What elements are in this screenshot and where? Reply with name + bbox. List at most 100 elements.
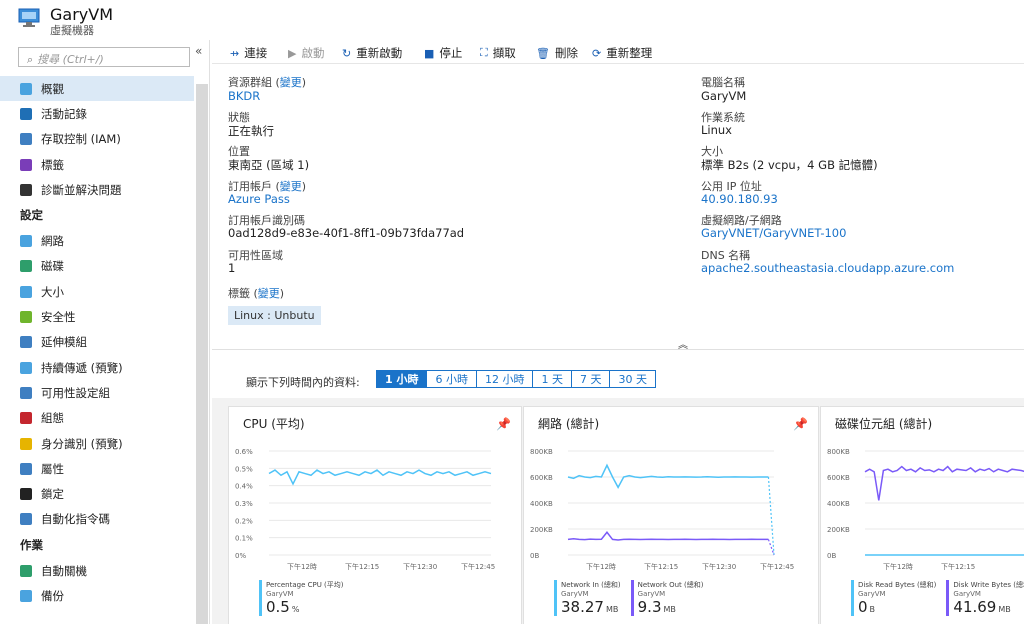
- sidebar-item[interactable]: 網路: [0, 228, 194, 253]
- legend-series-name: Disk Read Bytes (總和): [858, 581, 937, 589]
- legend-entry[interactable]: Disk Read Bytes (總和) GaryVM 0 B: [851, 580, 936, 616]
- sidebar-nav: 概觀 活動記錄 存取控制 (IAM) 標籤 診斷並解決問題 設定 網路 磁碟 大小 安全性 延伸模組…: [0, 76, 194, 609]
- time-range-option[interactable]: 6 小時: [427, 370, 477, 388]
- sidebar-item-label: 可用性設定組: [41, 385, 110, 400]
- tag-chip[interactable]: Linux : Unbutu: [228, 306, 321, 325]
- tags-label-text: 標籤: [228, 287, 250, 300]
- restart-button[interactable]: ↻ 重新啟動: [342, 45, 402, 61]
- sidebar-item-label: 網路: [41, 234, 64, 249]
- stop-label: 停止: [439, 46, 463, 60]
- sidebar-item[interactable]: 標籤: [0, 152, 194, 177]
- delete-button[interactable]: 🗑 刪除: [536, 45, 578, 61]
- y-tick-label: 600KB: [827, 474, 850, 482]
- sidebar-item[interactable]: 安全性: [0, 304, 194, 329]
- restart-icon: ↻: [342, 46, 352, 60]
- legend-entry[interactable]: Network In (總和) GaryVM 38.27 MB: [554, 580, 621, 616]
- resource-group-value[interactable]: BKDR: [228, 89, 260, 103]
- sidebar-item-icon: [20, 462, 32, 475]
- stop-button[interactable]: ■ 停止: [424, 45, 462, 61]
- sidebar-item-icon: [20, 107, 32, 120]
- vnet-value[interactable]: GaryVNET/GaryVNET-100: [701, 226, 846, 240]
- time-range-option[interactable]: 12 小時: [476, 370, 534, 388]
- series-line: [268, 469, 492, 486]
- availability-zone-label: 可用性區域: [228, 249, 283, 262]
- legend-value: 9.3: [637, 598, 662, 616]
- legend-series-name: Network Out (總和): [637, 581, 704, 589]
- time-range-option[interactable]: 1 小時: [376, 370, 428, 388]
- x-tick-label: 下午12:45: [461, 562, 495, 571]
- dns-value[interactable]: apache2.southeastasia.cloudapp.azure.com: [701, 261, 954, 275]
- capture-button[interactable]: ⛶ 擷取: [480, 45, 516, 61]
- x-tick-label: 下午12:30: [702, 562, 736, 571]
- refresh-button[interactable]: ⟳ 重新整理: [592, 45, 652, 61]
- sidebar-item[interactable]: 診斷並解決問題: [0, 177, 194, 202]
- sidebar-item-icon: [20, 133, 32, 146]
- sidebar-item[interactable]: 磁碟: [0, 254, 194, 279]
- sidebar-item-icon: [20, 285, 32, 298]
- refresh-icon: ⟳: [592, 46, 602, 60]
- sidebar-item-icon: [20, 183, 32, 196]
- sidebar-scrollbar[interactable]: [196, 84, 208, 624]
- resource-group-label-text: 資源群組: [228, 76, 272, 89]
- chart-legend: Network In (總和) GaryVM 38.27 MB Network Out …: [554, 580, 713, 616]
- search-input[interactable]: ⌕ 搜尋 (Ctrl+/): [18, 47, 190, 67]
- x-tick-label: 下午12:15: [941, 562, 975, 571]
- sidebar-item[interactable]: 概觀: [0, 76, 194, 102]
- sidebar-item[interactable]: 自動化指令碼: [0, 507, 194, 532]
- legend-entry[interactable]: Network Out (總和) GaryVM 9.3 MB: [630, 580, 704, 616]
- network-chart-tile[interactable]: 網路 (總計) 📌 800KB 600KB 400KB 200KB 0B 下午12時 下午1…: [523, 406, 819, 624]
- y-tick-label: 200KB: [530, 526, 553, 534]
- sidebar-item-label: 身分識別 (預覽): [41, 436, 123, 451]
- sidebar-item[interactable]: 鎖定: [0, 481, 194, 506]
- y-tick-label: 400KB: [827, 500, 850, 508]
- y-tick-label: 0.6%: [235, 448, 253, 456]
- y-tick-label: 0.5%: [235, 465, 253, 473]
- legend-unit: MB: [998, 605, 1011, 614]
- sidebar-item[interactable]: 活動記錄: [0, 101, 194, 126]
- pin-icon[interactable]: 📌: [496, 417, 511, 431]
- sidebar-item-icon: [20, 589, 32, 602]
- location-value: 東南亞 (區域 1): [228, 158, 310, 172]
- sidebar-item[interactable]: 存取控制 (IAM): [0, 127, 194, 152]
- change-resource-group-link[interactable]: 變更: [280, 76, 302, 89]
- time-range-option[interactable]: 30 天: [610, 370, 656, 388]
- x-tick-label: 下午12時: [883, 562, 913, 571]
- public-ip-value[interactable]: 40.90.180.93: [701, 192, 778, 206]
- start-button[interactable]: ▶ 啟動: [288, 45, 324, 61]
- line-chart: 800KB 600KB 400KB 200KB 0B 下午12時 下午12:15: [827, 448, 1024, 571]
- pin-icon[interactable]: 📌: [793, 417, 808, 431]
- sidebar-item-icon: [20, 412, 32, 425]
- sidebar-item[interactable]: 組態: [0, 406, 194, 431]
- chart-title: 網路 (總計): [538, 417, 600, 431]
- legend-unit: MB: [605, 605, 619, 614]
- legend-value: 0: [858, 598, 868, 616]
- sidebar-item[interactable]: 身分識別 (預覽): [0, 431, 194, 456]
- cpu-chart-tile[interactable]: CPU (平均) 📌 0.6% 0.5% 0.4% 0.3% 0.2% 0.1% 0% 下午1…: [228, 406, 522, 624]
- tags-label: 標籤 (變更): [228, 287, 285, 300]
- time-range-label: 顯示下列時間內的資料:: [246, 376, 360, 389]
- legend-unit: B: [869, 605, 876, 614]
- sidebar-item-label: 延伸模組: [41, 335, 87, 350]
- subscription-value[interactable]: Azure Pass: [228, 192, 290, 206]
- time-range-option[interactable]: 1 天: [533, 370, 572, 388]
- legend-entry[interactable]: Percentage CPU (平均) GaryVM 0.5%: [259, 580, 344, 616]
- time-range-option[interactable]: 7 天: [571, 370, 611, 388]
- sidebar-item[interactable]: 備份: [0, 583, 194, 608]
- sidebar-item-label: 安全性: [41, 310, 76, 325]
- sidebar-item-icon: [20, 235, 32, 248]
- collapse-sidebar-button[interactable]: «: [195, 44, 202, 58]
- sidebar-item[interactable]: 自動關機: [0, 558, 194, 583]
- sidebar-item[interactable]: 屬性: [0, 456, 194, 481]
- sidebar-item[interactable]: 持續傳遞 (預覽): [0, 355, 194, 380]
- sidebar-item-icon: [20, 158, 32, 171]
- legend-entry[interactable]: Disk Write Bytes (總和)GaryVM41.69MB: [946, 580, 1024, 616]
- sidebar-item[interactable]: 延伸模組: [0, 330, 194, 355]
- y-tick-label: 0B: [827, 552, 836, 560]
- sidebar-item[interactable]: 大小: [0, 279, 194, 304]
- change-tags-link[interactable]: 變更: [258, 287, 280, 300]
- sidebar-item-icon: [20, 386, 32, 399]
- sidebar: ⌕ 搜尋 (Ctrl+/) « 概觀 活動記錄 存取控制 (IAM) 標籤 診斷並解決問題…: [0, 40, 210, 624]
- sidebar-item[interactable]: 可用性設定組: [0, 380, 194, 405]
- connect-button[interactable]: ⇸ 連接: [230, 45, 267, 61]
- disk-chart-tile[interactable]: 磁碟位元組 (總計) 800KB 600KB 400KB 200KB 0B 下午12時 下午…: [820, 406, 1024, 624]
